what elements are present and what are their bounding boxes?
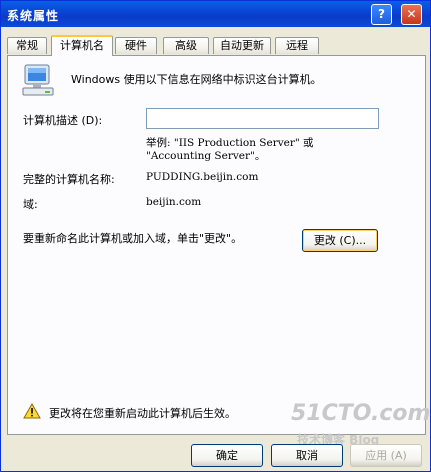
domain-value: beijin.com (146, 196, 202, 208)
tab-automatic-updates[interactable]: 自动更新 (213, 37, 271, 54)
system-properties-window: 系统属性 ? ✕ 常规 计算机名 硬件 高级 自动更新 远程 Windows 使… (0, 0, 431, 472)
tab-computer-name[interactable]: 计算机名 (51, 35, 113, 56)
warning-icon (23, 402, 41, 422)
computer-description-input[interactable] (146, 108, 379, 129)
rename-instructions: 要重新命名此计算机或加入域，单击"更改"。 (23, 232, 243, 245)
window-title: 系统属性 (7, 9, 60, 23)
full-name-value: PUDDING.beijin.com (146, 171, 259, 183)
tab-remote[interactable]: 远程 (275, 37, 319, 54)
example-line-2: "Accounting Server"。 (146, 150, 266, 162)
description-example: 举例: "IIS Production Server" 或 "Accountin… (146, 137, 314, 163)
computer-icon (21, 63, 57, 102)
restart-warning-text: 更改将在您重新启动此计算机后生效。 (49, 407, 236, 420)
tab-general[interactable]: 常规 (7, 37, 47, 54)
domain-label: 域: (23, 198, 38, 211)
apply-button[interactable]: 应用 (A) (350, 444, 422, 467)
tab-hardware[interactable]: 硬件 (115, 37, 157, 54)
title-bar[interactable]: 系统属性 ? ✕ (1, 1, 430, 27)
help-button[interactable]: ? (371, 4, 392, 25)
close-button[interactable]: ✕ (401, 4, 422, 25)
intro-text: Windows 使用以下信息在网络中标识这台计算机。 (71, 73, 322, 86)
full-name-label: 完整的计算机名称: (23, 173, 115, 186)
watermark-line-1: 51CTO.com (291, 401, 431, 426)
description-label: 计算机描述 (D): (23, 114, 103, 127)
example-line-1: 举例: "IIS Production Server" 或 (146, 137, 314, 149)
change-button[interactable]: 更改 (C)... (302, 229, 378, 252)
cancel-button[interactable]: 取消 (271, 444, 343, 467)
ok-button[interactable]: 确定 (191, 444, 263, 467)
tab-advanced[interactable]: 高级 (163, 37, 209, 54)
